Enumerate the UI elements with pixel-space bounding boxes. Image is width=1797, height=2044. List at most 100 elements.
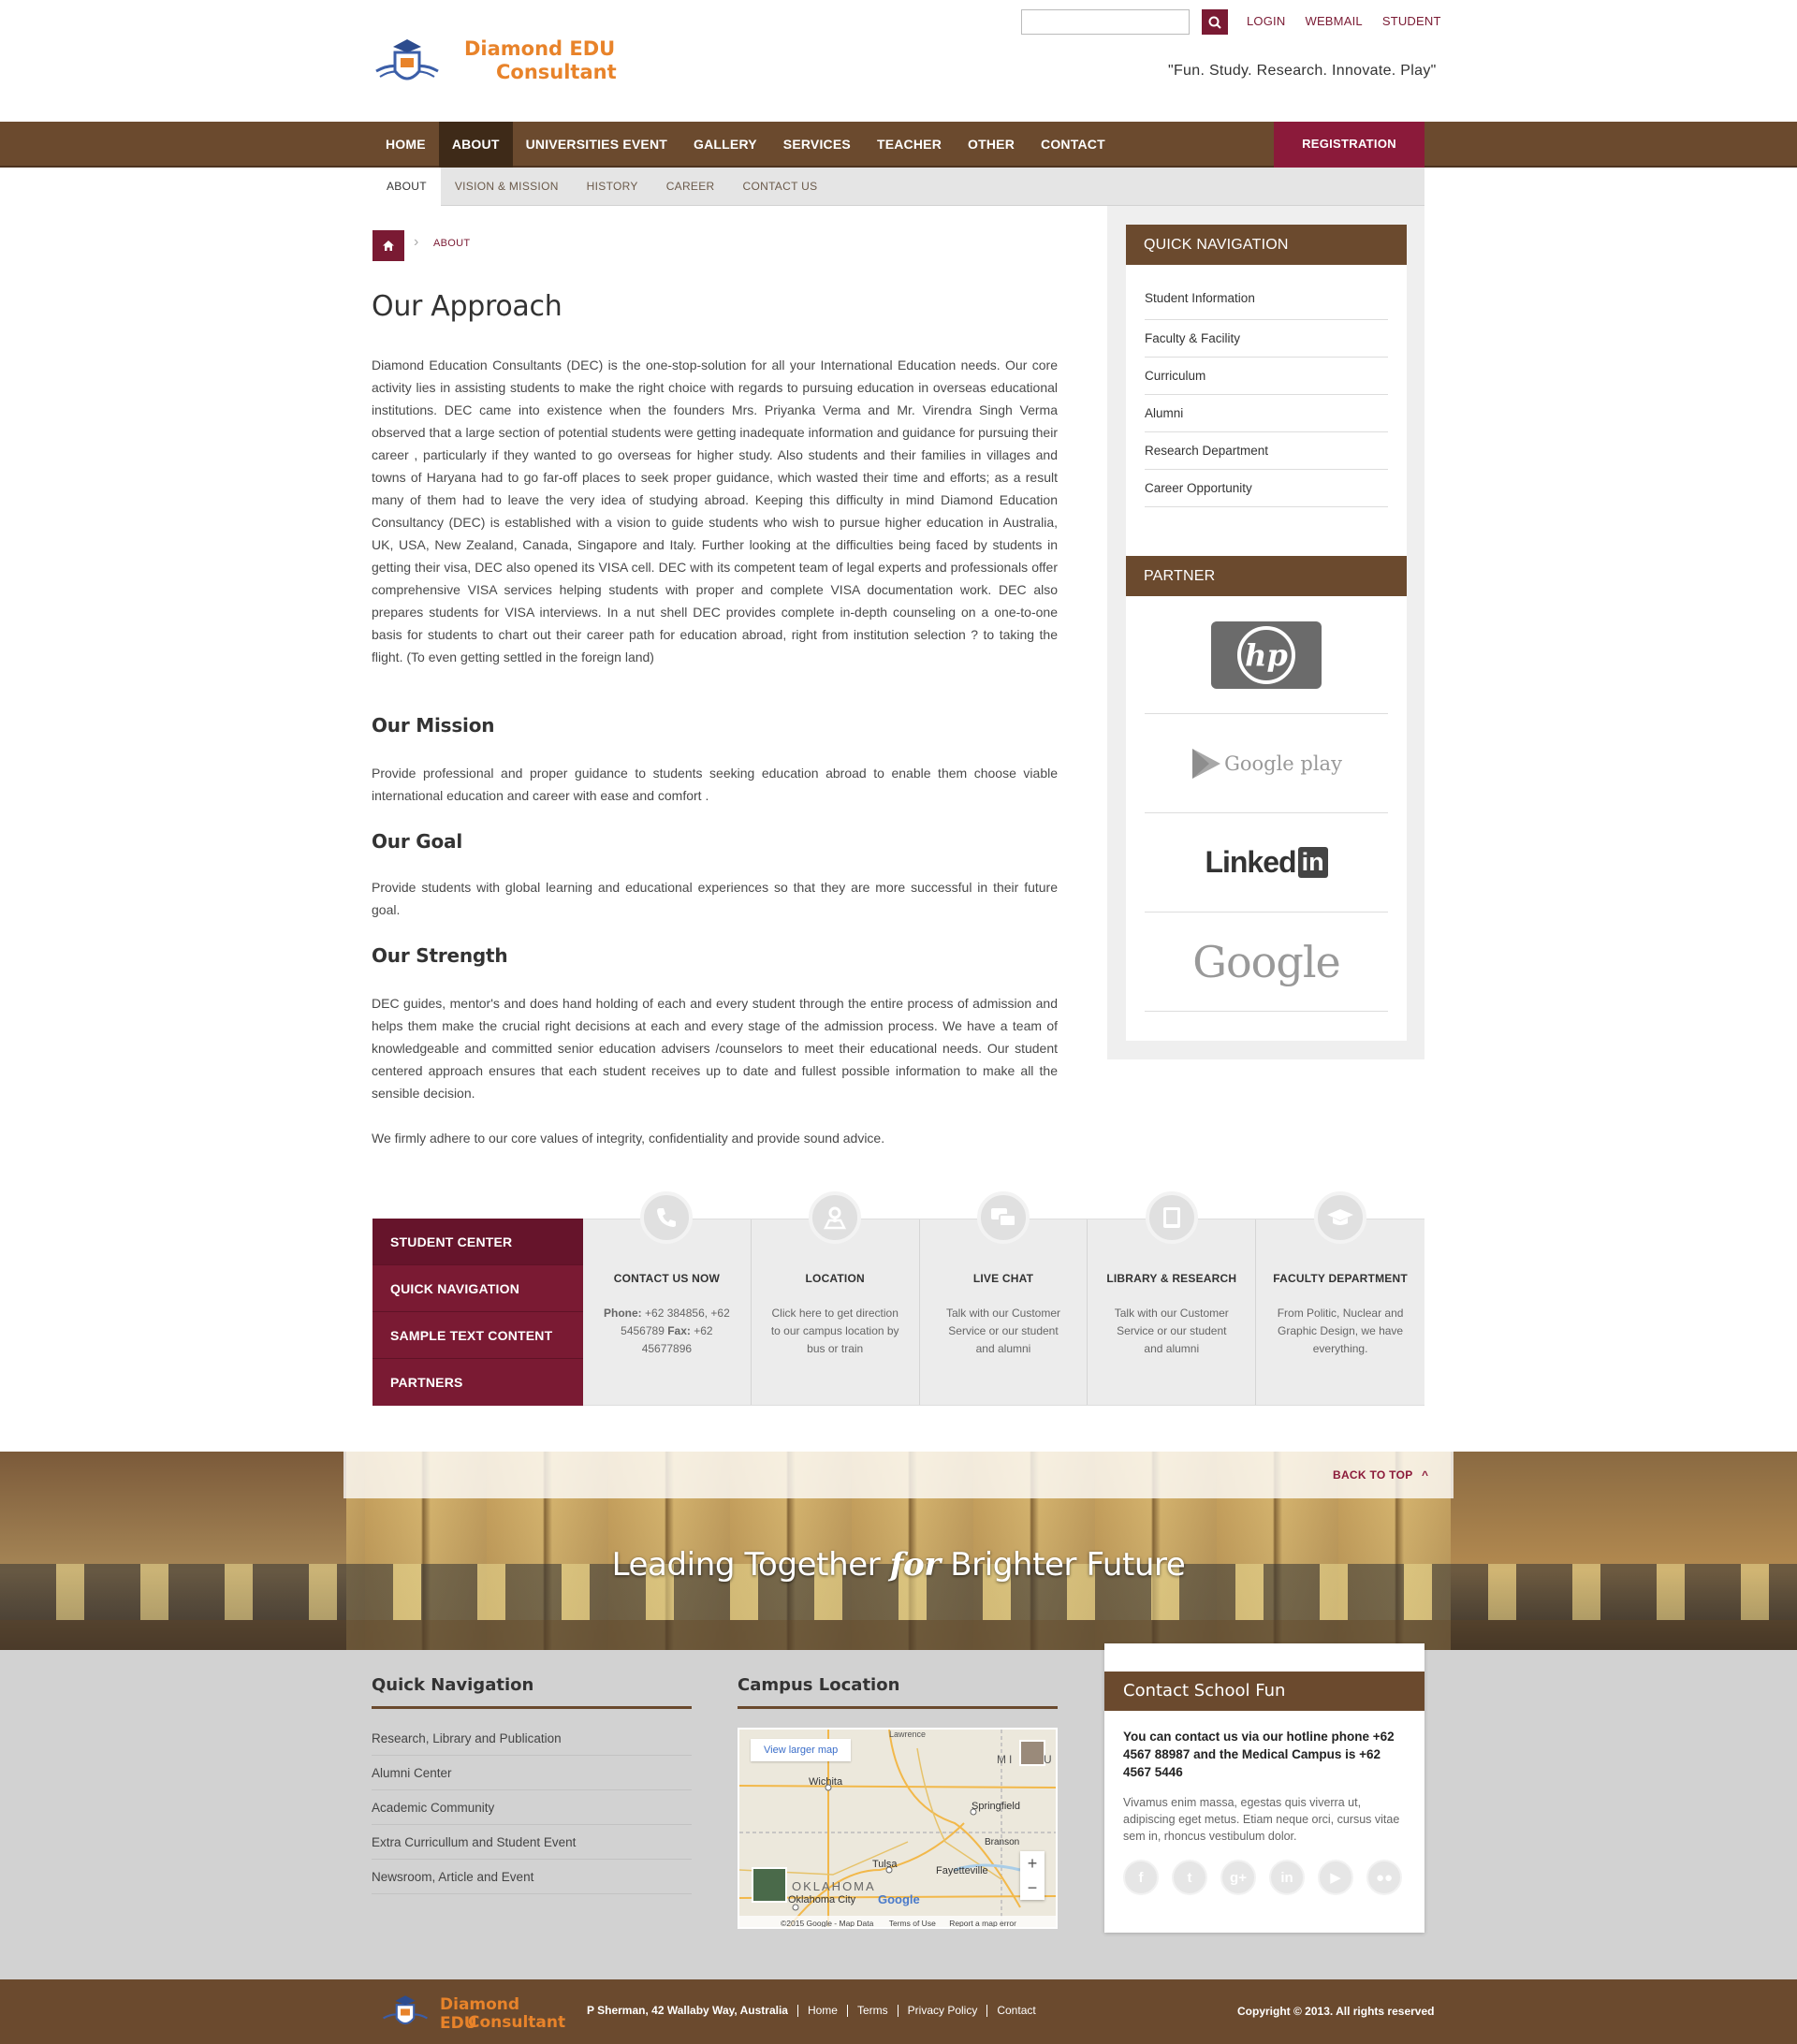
banner-slogan: Leading Together for Brighter Future [611, 1546, 1186, 1584]
sidebar-link-student-information[interactable]: Student Information [1145, 287, 1388, 320]
footer-address: P Sherman, 42 Wallaby Way, Australia [587, 2005, 798, 2017]
site-logo[interactable]: Diamond EDU Consultant [374, 34, 627, 95]
linkedin-icon[interactable]: in [1269, 1860, 1305, 1895]
footer-link-home[interactable]: Home [798, 2005, 848, 2017]
subnav-item-about[interactable]: ABOUT [373, 168, 441, 206]
nav-item-services[interactable]: SERVICES [770, 122, 864, 168]
sidebar: QUICK NAVIGATION Student Information Fac… [1107, 206, 1424, 1059]
registration-button[interactable]: REGISTRATION [1274, 122, 1424, 168]
map-report-link[interactable]: Report a map error [949, 1919, 1016, 1927]
breadcrumb-home-button[interactable] [373, 230, 404, 261]
nav-item-home[interactable]: HOME [373, 122, 439, 168]
footer-link-alumni-center[interactable]: Alumni Center [372, 1756, 692, 1790]
copyright: Copyright © 2013. All rights reserved [1237, 2005, 1435, 2018]
info-columns: CONTACT US NOW Phone: +62 384856, +62 54… [583, 1191, 1424, 1406]
library-research-column[interactable]: LIBRARY & RESEARCH Talk with our Custome… [1088, 1191, 1257, 1405]
subnav-item-history[interactable]: HISTORY [573, 168, 652, 206]
faculty-department-column[interactable]: FACULTY DEPARTMENT From Politic, Nuclear… [1256, 1191, 1424, 1405]
home-icon [383, 241, 394, 251]
partner-google[interactable]: Google [1145, 912, 1388, 1012]
search-input[interactable] [1021, 9, 1190, 35]
footer-campus-location: Campus Location [738, 1675, 1058, 1709]
flickr-icon[interactable]: ●● [1366, 1860, 1402, 1895]
partner-google-play[interactable]: Google play [1145, 714, 1388, 813]
footer-link-terms[interactable]: Terms [848, 2005, 898, 2017]
search-icon [1208, 16, 1221, 29]
partner-hp[interactable]: hp [1145, 596, 1388, 714]
tab-quick-navigation[interactable]: QUICK NAVIGATION [373, 1265, 583, 1312]
back-to-top-link[interactable]: BACK TO TOP ^ [1333, 1468, 1428, 1482]
footer-link-privacy[interactable]: Privacy Policy [898, 2005, 988, 2017]
values-paragraph: We firmly adhere to our core values of i… [372, 1131, 885, 1146]
campus-map[interactable]: View larger map Lawrence Wichita MI U Sp… [738, 1728, 1058, 1929]
sub-nav: ABOUT VISION & MISSION HISTORY CAREER CO… [373, 168, 831, 206]
footer-logo[interactable]: Diamond EDU Consultant [382, 1990, 565, 2035]
live-chat-text: Talk with our Customer Service or our st… [945, 1307, 1060, 1355]
sidebar-link-research-department[interactable]: Research Department [1145, 432, 1388, 470]
tab-student-center[interactable]: STUDENT CENTER [373, 1219, 583, 1265]
subnav-item-vision-mission[interactable]: VISION & MISSION [441, 168, 573, 206]
live-chat-column[interactable]: LIVE CHAT Talk with our Customer Service… [920, 1191, 1088, 1405]
subnav-item-contact-us[interactable]: CONTACT US [729, 168, 832, 206]
map-terms-link[interactable]: Terms of Use [889, 1919, 936, 1927]
google-plus-icon[interactable]: g+ [1220, 1860, 1256, 1895]
graduation-cap-icon [1314, 1191, 1367, 1244]
footer-link-academic-community[interactable]: Academic Community [372, 1790, 692, 1825]
student-link[interactable]: STUDENT [1382, 14, 1441, 28]
breadcrumb-chevron-icon: › [414, 234, 419, 250]
breadcrumb-current: ABOUT [433, 238, 471, 249]
nav-item-gallery[interactable]: GALLERY [680, 122, 770, 168]
partner-widget: PARTNER hp Google play Linked in Google [1126, 556, 1407, 1041]
facebook-icon[interactable]: f [1123, 1860, 1159, 1895]
twitter-icon[interactable]: t [1172, 1860, 1207, 1895]
nav-item-about[interactable]: ABOUT [438, 122, 513, 168]
contact-us-now-column[interactable]: CONTACT US NOW Phone: +62 384856, +62 54… [583, 1191, 752, 1405]
sidebar-link-curriculum[interactable]: Curriculum [1145, 358, 1388, 395]
chat-icon [976, 1191, 1030, 1244]
search-button[interactable] [1202, 9, 1228, 35]
tab-partners[interactable]: PARTNERS [373, 1359, 583, 1406]
subnav-item-career[interactable]: CAREER [652, 168, 729, 206]
nav-item-teacher[interactable]: TEACHER [864, 122, 955, 168]
webmail-link[interactable]: WEBMAIL [1305, 14, 1362, 28]
live-chat-title: LIVE CHAT [972, 1272, 1034, 1285]
login-link[interactable]: LOGIN [1247, 14, 1285, 28]
faculty-department-title: FACULTY DEPARTMENT [1273, 1272, 1408, 1285]
library-research-text: Talk with our Customer Service or our st… [1114, 1307, 1229, 1355]
book-icon [1145, 1191, 1198, 1244]
map-zoom-in-button[interactable]: + [1020, 1851, 1045, 1876]
page-title: Our Approach [372, 290, 562, 323]
map-label-tulsa: Tulsa [872, 1859, 898, 1870]
footer-link-newsroom[interactable]: Newsroom, Article and Event [372, 1860, 692, 1894]
quick-navigation-widget: QUICK NAVIGATION Student Information Fac… [1126, 225, 1407, 556]
footer-link-research-library[interactable]: Research, Library and Publication [372, 1721, 692, 1756]
sidebar-link-alumni[interactable]: Alumni [1145, 395, 1388, 432]
phone-icon [640, 1191, 694, 1244]
partner-linkedin[interactable]: Linked in [1145, 813, 1388, 912]
mission-paragraph: Provide professional and proper guidance… [372, 766, 1058, 803]
google-play-label: Google play [1224, 752, 1342, 775]
youtube-icon[interactable]: ▶ [1318, 1860, 1353, 1895]
goal-paragraph: Provide students with global learning an… [372, 880, 1058, 917]
main-nav: HOME ABOUT UNIVERSITIES EVENT GALLERY SE… [373, 122, 1118, 168]
tab-sample-text-content[interactable]: SAMPLE TEXT CONTENT [373, 1312, 583, 1359]
map-zoom-out-button[interactable]: − [1020, 1876, 1045, 1900]
view-larger-map-link[interactable]: View larger map [751, 1739, 852, 1761]
sidebar-link-career-opportunity[interactable]: Career Opportunity [1145, 470, 1388, 507]
footer-logo-emblem-icon [383, 1995, 428, 2025]
contact-us-now-text: Phone: +62 384856, +62 5456789 Fax: +62 … [604, 1307, 730, 1355]
nav-item-other[interactable]: OTHER [955, 122, 1028, 168]
map-label-oklahoma-city: Oklahoma City [788, 1894, 856, 1905]
strength-heading: Our Strength [372, 944, 508, 967]
nav-item-universities-event[interactable]: UNIVERSITIES EVENT [513, 122, 680, 168]
logo-text-line1: Diamond EDU [464, 37, 616, 60]
footer-title-underline [372, 1706, 692, 1709]
sidebar-link-faculty-facility[interactable]: Faculty & Facility [1145, 320, 1388, 358]
linkedin-in-icon: in [1297, 847, 1328, 878]
logo-emblem-icon [375, 39, 439, 80]
location-column[interactable]: LOCATION Click here to get direction to … [752, 1191, 920, 1405]
mission-heading: Our Mission [372, 714, 495, 737]
footer-link-contact[interactable]: Contact [987, 2005, 1045, 2017]
footer-link-extra-curricullum[interactable]: Extra Curricullum and Student Event [372, 1825, 692, 1860]
nav-item-contact[interactable]: CONTACT [1028, 122, 1118, 168]
